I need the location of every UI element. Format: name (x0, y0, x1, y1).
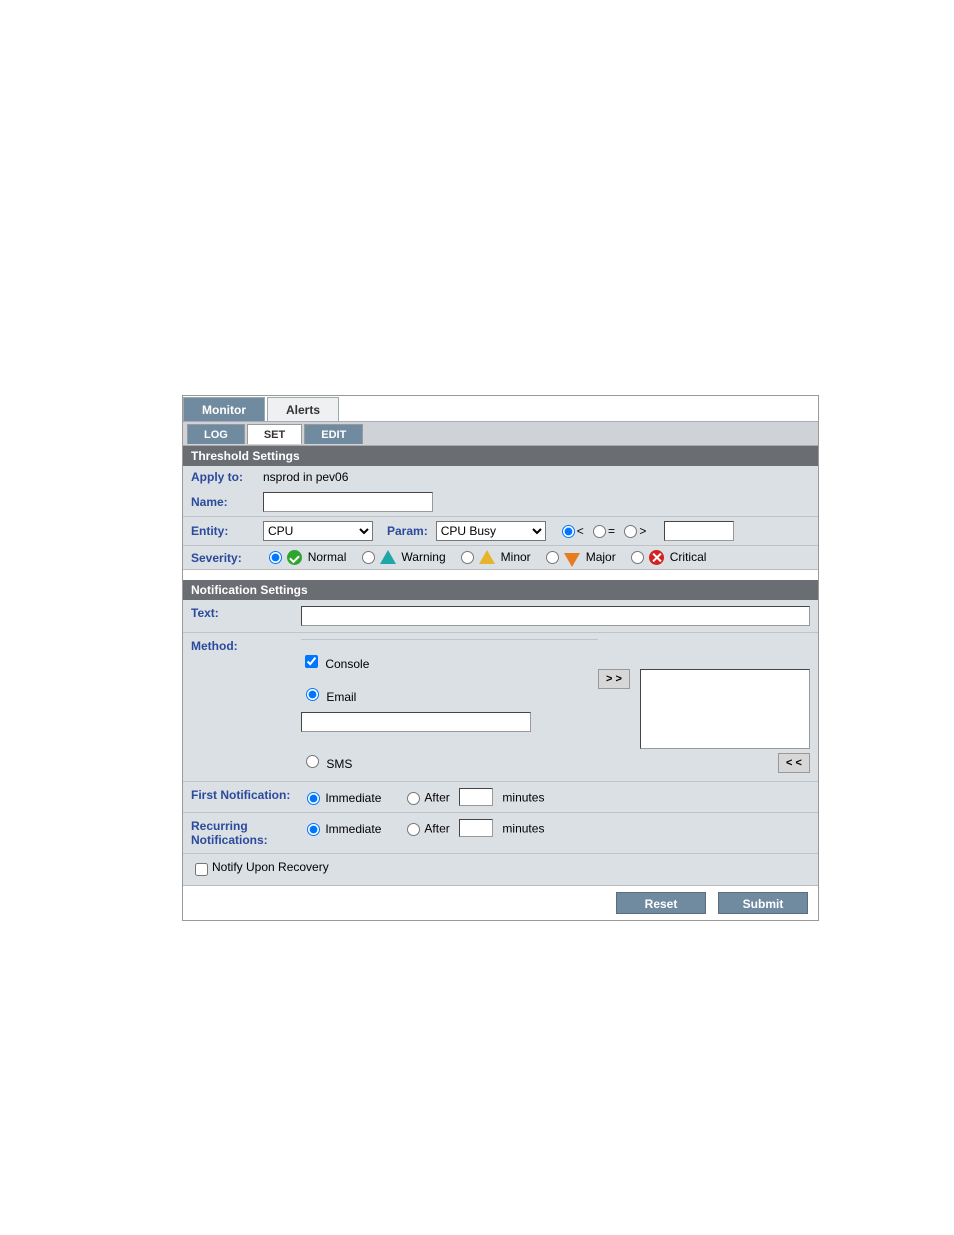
app-window: Monitor Alerts LOG SET EDIT Threshold Se… (182, 395, 819, 921)
top-tabs: Monitor Alerts (183, 396, 818, 422)
severity-warning-label: Warning (401, 550, 445, 564)
notification-form: Text: Method: Console Email (183, 600, 818, 885)
recurring-immediate-radio[interactable] (307, 823, 320, 836)
recurring-minutes-label: minutes (502, 822, 544, 836)
threshold-value-input[interactable] (664, 521, 734, 541)
entity-select[interactable]: CPU (263, 521, 373, 541)
operator-gt-radio[interactable] (624, 525, 637, 538)
first-immediate-label: Immediate (325, 791, 381, 805)
tab-alerts[interactable]: Alerts (267, 397, 339, 421)
critical-icon (649, 550, 664, 565)
console-checkbox[interactable] (305, 655, 318, 668)
sub-tabs: LOG SET EDIT (183, 422, 818, 446)
sms-radio[interactable] (306, 755, 319, 768)
email-input[interactable] (301, 712, 531, 732)
param-label: Param: (387, 524, 428, 538)
recurring-immediate-label: Immediate (325, 822, 381, 836)
recurring-after-radio[interactable] (407, 823, 420, 836)
param-select[interactable]: CPU Busy (436, 521, 546, 541)
severity-critical-radio[interactable] (631, 551, 644, 564)
notification-header: Notification Settings (183, 580, 818, 600)
applyto-label: Apply to: (191, 470, 263, 484)
severity-warning-radio[interactable] (362, 551, 375, 564)
notify-recovery-checkbox[interactable] (195, 863, 208, 876)
email-label: Email (326, 690, 356, 704)
recurring-minutes-input[interactable] (459, 819, 493, 837)
severity-minor-radio[interactable] (461, 551, 474, 564)
tab-monitor[interactable]: Monitor (183, 397, 265, 421)
operator-lt-radio[interactable] (562, 525, 575, 538)
first-minutes-label: minutes (502, 791, 544, 805)
severity-normal-radio[interactable] (269, 551, 282, 564)
severity-major-label: Major (586, 550, 616, 564)
major-icon (564, 553, 580, 567)
text-label: Text: (191, 606, 301, 626)
method-label: Method: (191, 639, 301, 653)
reset-button[interactable]: Reset (616, 892, 706, 914)
entity-label: Entity: (191, 524, 263, 538)
sms-label: SMS (326, 757, 352, 771)
operator-eq-label: = (608, 524, 615, 538)
text-input[interactable] (301, 606, 810, 626)
subtab-edit[interactable]: EDIT (304, 424, 363, 444)
first-after-label: After (424, 791, 449, 805)
name-label: Name: (191, 495, 263, 509)
severity-critical-label: Critical (670, 550, 707, 564)
minor-icon (479, 550, 495, 564)
notify-recovery-label: Notify Upon Recovery (212, 860, 329, 879)
first-immediate-radio[interactable] (307, 792, 320, 805)
subtab-log[interactable]: LOG (187, 424, 245, 444)
applyto-value: nsprod in pev06 (263, 470, 348, 484)
threshold-header: Threshold Settings (183, 446, 818, 466)
operator-gt-label: > (639, 524, 646, 538)
move-right-button[interactable]: > > (598, 669, 630, 689)
severity-label: Severity: (191, 551, 263, 565)
recurring-after-label: After (424, 822, 449, 836)
name-input[interactable] (263, 492, 433, 512)
operator-eq-radio[interactable] (593, 525, 606, 538)
footer: Reset Submit (183, 885, 818, 920)
warning-icon (380, 550, 396, 564)
first-after-radio[interactable] (407, 792, 420, 805)
recipient-list[interactable] (640, 669, 810, 749)
threshold-form: Apply to: nsprod in pev06 Name: Entity: … (183, 466, 818, 570)
severity-normal-label: Normal (308, 550, 347, 564)
console-label: Console (325, 657, 369, 671)
operator-lt-label: < (577, 524, 584, 538)
severity-major-radio[interactable] (546, 551, 559, 564)
normal-icon (287, 550, 302, 565)
severity-minor-label: Minor (501, 550, 531, 564)
first-minutes-input[interactable] (459, 788, 493, 806)
subtab-set[interactable]: SET (247, 424, 302, 444)
recurring-notifications-label: Recurring Notifications: (191, 819, 301, 847)
submit-button[interactable]: Submit (718, 892, 808, 914)
email-radio[interactable] (306, 688, 319, 701)
move-left-button[interactable]: < < (778, 753, 810, 773)
first-notification-label: First Notification: (191, 788, 301, 806)
